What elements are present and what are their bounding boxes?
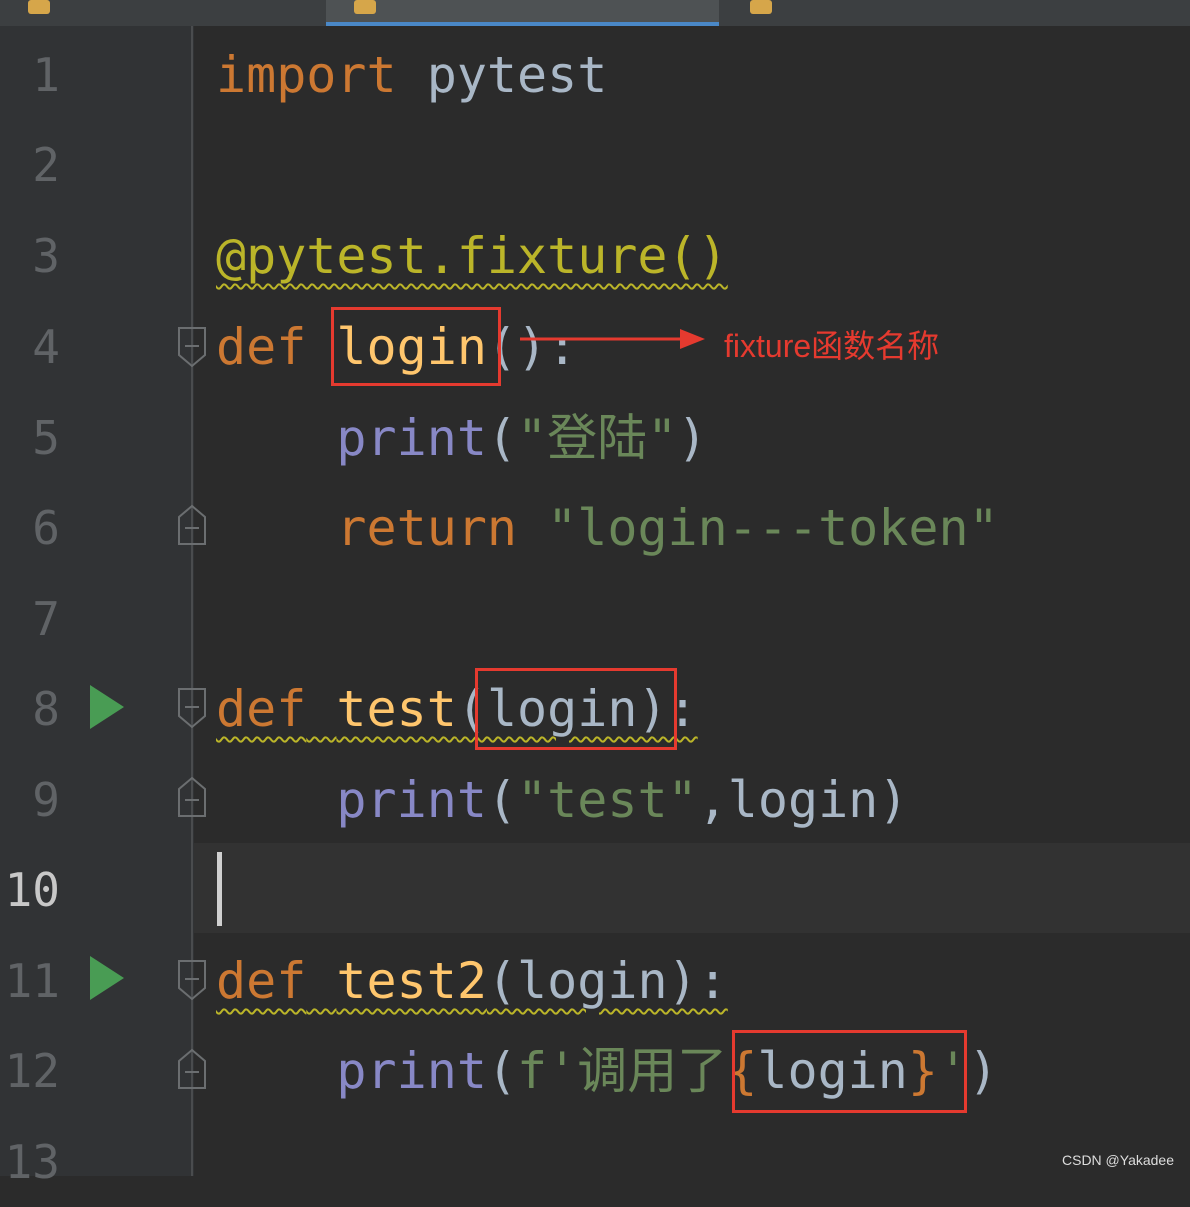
keyword: import [216,46,397,104]
line-number[interactable]: 9 [0,755,60,845]
builtin: print [336,771,487,829]
editor-tab-1[interactable] [0,0,320,26]
paren: ( [486,1042,518,1100]
editor-tab-2[interactable] [326,0,719,26]
highlight-box-fixture-name [331,307,501,386]
annotation-label: fixture函数名称 [724,328,940,364]
run-gutter-icon[interactable] [90,956,124,1000]
args: ,login) [697,771,909,829]
fold-icon[interactable] [176,325,208,369]
line-number[interactable]: 8 [0,664,60,754]
module-name: pytest [396,46,608,104]
python-file-icon [354,0,376,14]
line-number[interactable]: 3 [0,211,60,301]
fold-icon[interactable] [176,775,208,819]
string: "登陆" [517,409,678,467]
code-line-11[interactable]: def test2(login): [216,936,728,1026]
string: "login---token" [517,499,999,557]
code-line-5[interactable]: print("登陆") [216,393,707,483]
current-line-highlight [194,843,1190,933]
function-name: test [336,680,457,738]
line-number[interactable]: 5 [0,393,60,483]
code-line-9[interactable]: print("test",login) [216,755,908,845]
paren: ( [486,771,518,829]
gutter-divider [191,26,193,1176]
line-number[interactable]: 6 [0,483,60,573]
builtin: print [336,409,487,467]
line-number[interactable]: 4 [0,302,60,392]
line-number-current[interactable]: 10 [0,845,60,935]
highlight-box-test-param [475,668,677,750]
fstring-start: f'调用了 [517,1042,728,1100]
keyword: def [216,952,307,1010]
annotation-arrow-icon [520,329,705,349]
editor-tab-3[interactable] [722,0,1190,26]
paren: ) [677,409,708,467]
params: (login): [486,952,728,1010]
line-number[interactable]: 12 [0,1026,60,1116]
line-number[interactable]: 11 [0,936,60,1026]
code-line-3[interactable]: @pytest.fixture() [216,211,728,301]
editor-tab-bar [0,0,1190,26]
highlight-box-fstring-var [732,1030,967,1113]
code-line-1[interactable]: import pytest [216,30,607,120]
code-line-6[interactable]: return "login---token" [216,483,999,573]
string: "test" [517,771,698,829]
fold-icon[interactable] [176,503,208,547]
line-number[interactable]: 2 [0,120,60,210]
watermark: CSDN @Yakadee [1062,1152,1174,1168]
run-gutter-icon[interactable] [90,685,124,729]
line-number[interactable]: 1 [0,30,60,120]
function-name: test2 [336,952,487,1010]
line-number[interactable]: 7 [0,574,60,664]
fold-icon[interactable] [176,686,208,730]
keyword: return [336,499,518,557]
python-file-icon [750,0,772,14]
paren: ( [486,409,518,467]
builtin: print [336,1042,487,1100]
keyword: def [216,318,307,376]
text-caret [217,852,222,926]
decorator: @pytest.fixture() [216,227,728,285]
python-file-icon [28,0,50,14]
line-number[interactable]: 13 [0,1117,60,1207]
paren: ) [968,1042,999,1100]
keyword: def [216,680,307,738]
fold-icon[interactable] [176,958,208,1002]
fold-icon[interactable] [176,1047,208,1091]
